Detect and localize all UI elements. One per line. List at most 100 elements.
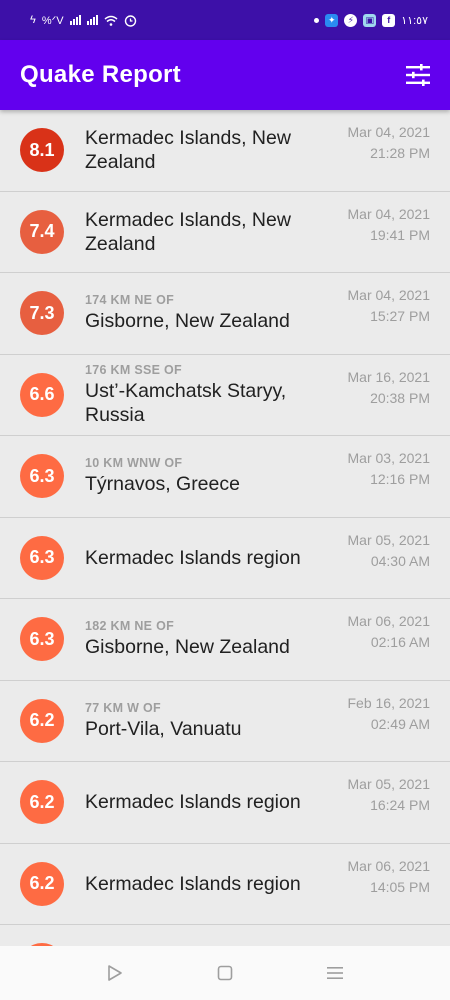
signal-2-icon [86,15,98,25]
gallery-icon: ▣ [363,13,377,27]
quake-time: 19:41 PM [370,226,430,243]
datetime-block: Feb 16, 2021 02:49 AM [347,693,430,735]
location-block: 10 KM WNW OF Týrnavos, Greece [85,456,325,496]
nav-recents-button[interactable] [315,953,355,993]
earthquake-list-item[interactable]: 7.4 Kermadec Islands, New Zealand Mar 04, … [0,192,450,273]
primary-location: Gisborne, New Zealand [85,310,290,333]
magnitude-badge: 7.4 [20,209,64,254]
location-block: Kermadec Islands, New Zealand [85,208,325,256]
quake-time: 14:05 PM [370,878,430,895]
earthquake-list-item[interactable]: 8.1 Kermadec Islands, New Zealand Mar 04, … [0,110,450,192]
location-block: Kermadec Islands region [85,546,325,570]
earthquake-list-item[interactable]: 6.6 176 KM SSE OF Ust’-Kamchatsk Staryy, R… [0,355,450,436]
app-title: Quake Report [20,61,181,88]
quake-date: Mar 06, 2021 [347,613,431,629]
alarm-icon [124,14,136,27]
earthquake-list[interactable]: 8.1 Kermadec Islands, New Zealand Mar 04, … [0,110,450,946]
recents-menu-icon [327,967,343,979]
magnitude-badge: 7.3 [20,291,64,336]
location-offset: 77 KM W OF [85,700,161,715]
primary-location: Týrnavos, Greece [85,473,240,496]
quake-time: 12:16 PM [370,471,430,487]
location-block: Kermadec Islands, New Zealand [85,126,325,174]
status-bar: ϟ %ᐟV ✦ ⚡ ▣ f ١١:٥٧ [0,0,450,40]
quake-time: 21:28 PM [370,145,430,161]
location-block: 176 KM SSE OF Ust’-Kamchatsk Staryy, Russ… [85,363,325,427]
tune-icon [406,64,430,86]
quake-time: 02:49 AM [370,715,430,732]
quake-date: Feb 16, 2021 [347,694,430,711]
charging-icon: ϟ [30,14,36,26]
quake-date: Mar 05, 2021 [347,531,431,548]
primary-location: Port-Vila, Vanuatu [85,717,242,740]
filter-settings-button[interactable] [404,61,432,89]
app-notification-icon: ✦ [325,13,339,27]
datetime-block: Mar 05, 2021 04:30 AM [348,530,431,572]
location-offset: 10 KM WNW OF [85,456,183,471]
earthquake-list-item[interactable]: 6.1 [0,925,450,946]
quake-date: Mar 16, 2021 [347,368,431,385]
back-triangle-icon [108,965,122,981]
messenger-icon: ⚡ [344,13,358,27]
earthquake-list-item[interactable]: 6.2 Kermadec Islands region Mar 06, 2021 14… [0,844,450,925]
location-offset: 182 KM NE OF [85,619,175,634]
clock-time: ١١:٥٧ [401,14,428,27]
quake-time: 20:38 PM [370,389,430,406]
location-offset: 174 KM NE OF [85,293,175,308]
magnitude-badge: 6.3 [20,454,64,499]
quake-time: 15:27 PM [370,308,430,324]
earthquake-list-item[interactable]: 6.2 77 KM W OF Port-Vila, Vanuatu Feb 16, 2… [0,681,450,762]
location-block: 182 KM NE OF Gisborne, New Zealand [85,619,325,659]
primary-location: Kermadec Islands, New Zealand [85,208,291,255]
primary-location: Kermadec Islands region [85,872,301,895]
app-bar: Quake Report [0,40,450,110]
quake-time: 04:30 AM [370,552,430,569]
status-left: ϟ %ᐟV [30,14,137,27]
datetime-block: Mar 03, 2021 12:16 PM [348,448,431,490]
status-right: ✦ ⚡ ▣ f ١١:٥٧ [314,13,428,27]
net-speed: %ᐟV [41,14,64,27]
quake-date: Mar 04, 2021 [347,205,431,222]
primary-location: Kermadec Islands, New Zealand [85,127,291,174]
magnitude-badge: 6.2 [20,861,64,906]
datetime-block: Mar 04, 2021 15:27 PM [348,285,431,327]
location-block: Kermadec Islands region [85,872,325,896]
datetime-block: Mar 06, 2021 02:16 AM [348,611,431,653]
wifi-icon [104,15,118,26]
datetime-block: Mar 16, 2021 20:38 PM [348,367,431,409]
magnitude-badge: 6.2 [20,780,64,825]
primary-location: Gisborne, New Zealand [85,636,290,659]
primary-location: Kermadec Islands region [85,791,301,814]
earthquake-list-item[interactable]: 7.3 174 KM NE OF Gisborne, New Zealand Mar … [0,273,450,355]
datetime-block: Mar 05, 2021 16:24 PM [348,774,431,816]
notification-dot-icon [314,17,320,23]
quake-date: Mar 05, 2021 [347,776,431,792]
quake-time: 02:16 AM [370,634,430,650]
location-offset: 176 KM SSE OF [85,362,182,377]
magnitude-badge: 6.3 [20,535,64,580]
magnitude-badge: 8.1 [20,128,64,173]
quake-date: Mar 04, 2021 [347,287,431,303]
location-block: 77 KM W OF Port-Vila, Vanuatu [85,701,325,741]
datetime-block: Mar 06, 2021 14:05 PM [348,856,431,898]
primary-location: Kermadec Islands region [85,546,301,569]
primary-location: Ust’-Kamchatsk Staryy, Russia [85,379,287,426]
datetime-block: Mar 04, 2021 19:41 PM [348,204,431,246]
facebook-icon: f [382,13,396,27]
quake-date: Mar 04, 2021 [347,124,431,140]
system-nav-bar [0,946,450,1000]
nav-home-button[interactable] [205,953,245,993]
earthquake-list-item[interactable]: 6.3 10 KM WNW OF Týrnavos, Greece Mar 03, 2… [0,436,450,518]
home-square-icon [217,965,233,981]
earthquake-list-item[interactable]: 6.3 Kermadec Islands region Mar 05, 2021 04… [0,518,450,599]
location-block: Kermadec Islands region [85,790,325,814]
quake-time: 16:24 PM [370,797,430,813]
signal-icon [69,15,81,25]
nav-back-button[interactable] [95,953,135,993]
quake-date: Mar 06, 2021 [347,857,431,874]
earthquake-list-item[interactable]: 6.3 182 KM NE OF Gisborne, New Zealand Mar … [0,599,450,681]
location-block: 174 KM NE OF Gisborne, New Zealand [85,293,325,333]
earthquake-list-item[interactable]: 6.2 Kermadec Islands region Mar 05, 2021 16… [0,762,450,844]
magnitude-badge: 6.3 [20,617,64,662]
datetime-block: Mar 04, 2021 21:28 PM [348,122,431,164]
